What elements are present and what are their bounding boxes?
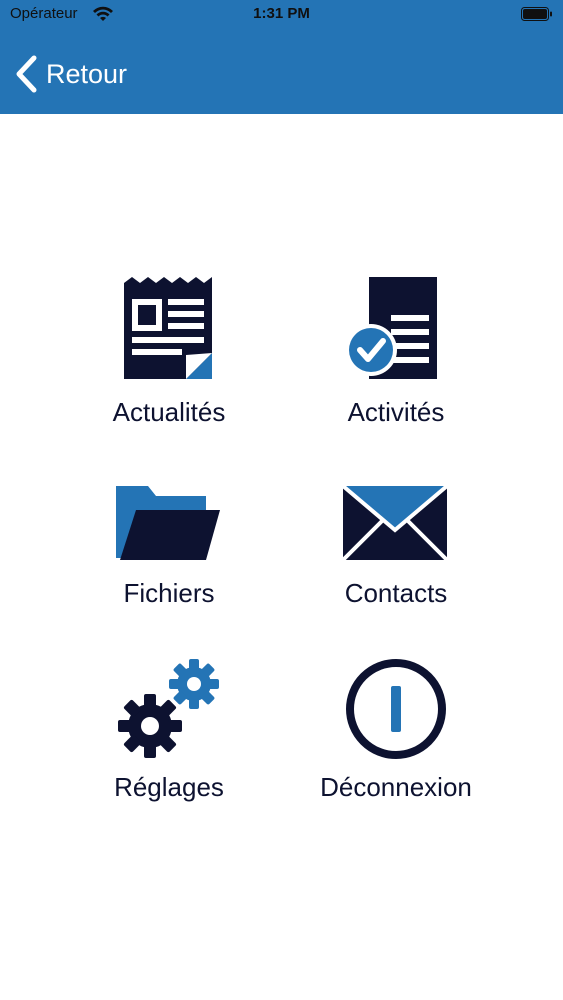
gears-icon [118, 659, 219, 758]
menu-item-actualites[interactable]: Actualités [49, 270, 289, 428]
back-button[interactable]: Retour [14, 54, 127, 94]
menu-item-deconnexion[interactable]: Déconnexion [276, 656, 516, 803]
menu-item-fichiers[interactable]: Fichiers [49, 482, 289, 609]
folder-icon [116, 486, 220, 560]
back-label: Retour [46, 58, 128, 89]
navigation-bar: Retour [0, 28, 563, 114]
menu-label: Réglages [114, 772, 224, 802]
battery-icon [521, 7, 552, 21]
status-time: 1:31 PM [253, 5, 310, 22]
menu-label: Activités [347, 397, 445, 427]
chevron-left-icon [16, 55, 37, 93]
power-icon [346, 659, 446, 759]
checklist-document-icon [345, 277, 437, 379]
menu-label: Contacts [344, 578, 448, 608]
envelope-icon [341, 484, 449, 562]
menu-item-contacts[interactable]: Contacts [276, 482, 516, 609]
menu-item-activites[interactable]: Activités [276, 270, 516, 428]
status-bar: Opérateur 1:31 PM [0, 0, 563, 28]
menu-label: Actualités [112, 397, 226, 427]
menu-label: Déconnexion [320, 772, 472, 802]
newspaper-icon [124, 277, 212, 379]
menu-label: Fichiers [123, 578, 215, 608]
menu-item-reglages[interactable]: Réglages [49, 656, 289, 803]
